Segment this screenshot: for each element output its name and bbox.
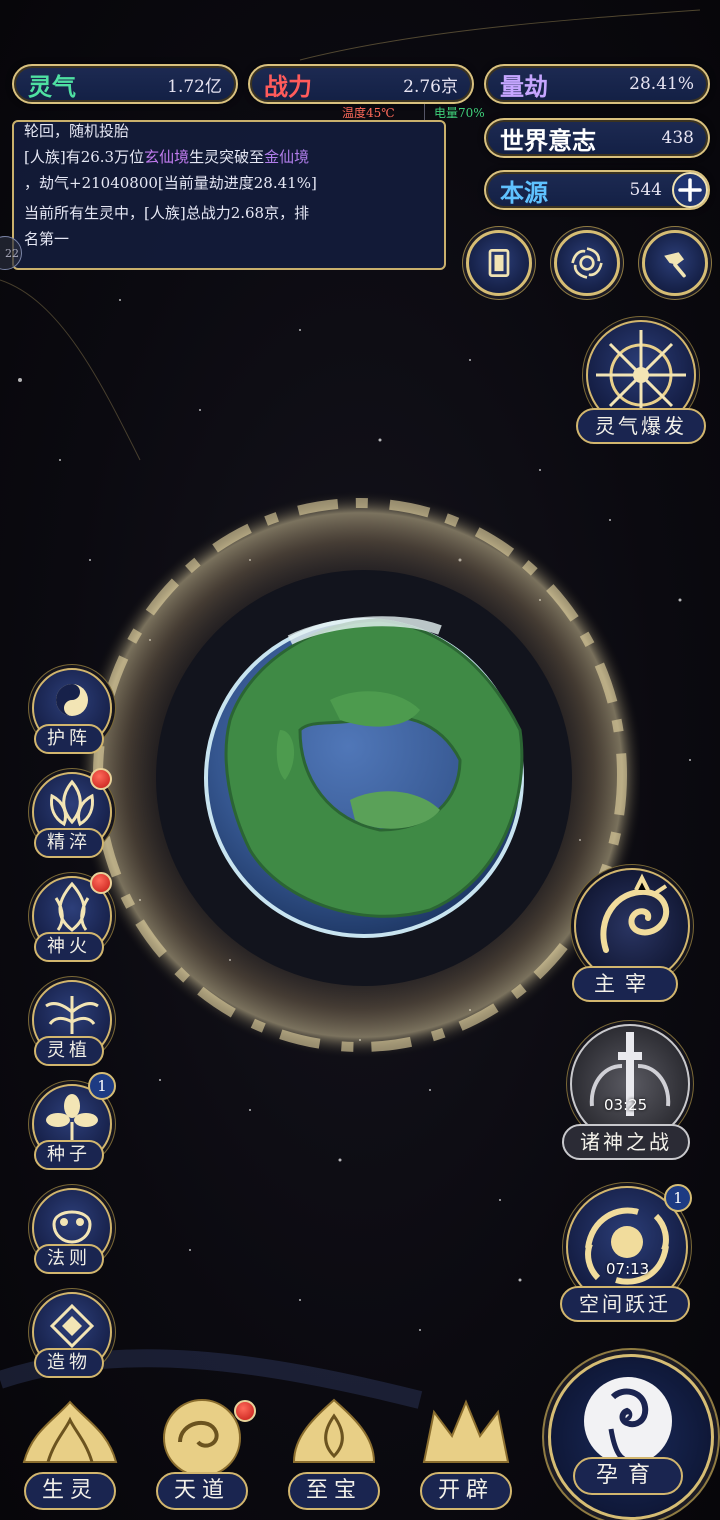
stat-lingqi: 灵气 1.72亿 (12, 64, 238, 104)
card-button[interactable] (466, 230, 532, 296)
event-log-panel[interactable]: 轮回，随机投胎 [人族]有26.3万位玄仙境生灵突破至金仙境 ，劫气+21040… (12, 120, 446, 270)
nav-tiandao[interactable]: 天道 (142, 1392, 262, 1516)
log-text: 生灵突破至 (189, 148, 265, 166)
stat-benyuan-label: 本源 (500, 177, 548, 207)
add-benyuan-button[interactable] (672, 172, 708, 208)
side-menu-faze[interactable]: 法则 (28, 1188, 112, 1280)
gods-war-button[interactable]: 03:25 诸神之战 (562, 1022, 694, 1166)
stat-world-will-label: 世界意志 (500, 125, 596, 155)
side-menu-shenhuo[interactable]: 神火 (28, 872, 112, 968)
side-menu-label: 精淬 (34, 828, 104, 858)
temperature-readout: 温度45℃ (342, 106, 395, 120)
nav-label: 生灵 (24, 1472, 116, 1510)
log-realm-source: 玄仙境 (144, 148, 190, 166)
vortex-icon (571, 247, 603, 279)
stat-lingqi-value: 1.72亿 (167, 76, 222, 97)
side-menu-label: 灵植 (34, 1036, 104, 1066)
plus-icon (678, 178, 702, 202)
lingqi-burst-button[interactable]: 灵气爆发 (576, 318, 708, 448)
count-badge: 1 (664, 1184, 692, 1212)
side-menu-label: 种子 (34, 1140, 104, 1170)
side-menu-zaowu[interactable]: 造物 (28, 1292, 112, 1384)
hammer-button[interactable] (642, 230, 708, 296)
side-menu-label: 造物 (34, 1348, 104, 1378)
card-icon (488, 249, 510, 277)
battery-readout: 电量70% (434, 106, 485, 120)
side-menu-hufang[interactable]: 护阵 (28, 668, 112, 760)
nav-label: 天道 (156, 1472, 248, 1510)
side-menu-label: 神火 (34, 932, 104, 962)
hammer-icon (664, 252, 686, 278)
log-realm-target: 金仙境 (264, 148, 310, 166)
log-text: [人族]有26.3万位 (24, 148, 145, 166)
nav-shengling[interactable]: 生灵 (10, 1392, 130, 1516)
master-label: 主宰 (572, 966, 678, 1002)
notification-dot (90, 768, 112, 790)
stat-zhanli-value: 2.76京 (403, 76, 458, 97)
side-menu-label: 法则 (34, 1244, 104, 1274)
notification-dot (234, 1400, 256, 1422)
log-line: [人族]有26.3万位玄仙境生灵突破至金仙境 (24, 144, 434, 170)
side-menu-jingcui[interactable]: 精淬 (28, 768, 112, 864)
gods-war-timer: 03:25 (604, 1096, 648, 1114)
stat-world-will-value: 438 (661, 128, 694, 148)
count-badge: 1 (88, 1072, 116, 1100)
side-menu-label: 护阵 (34, 724, 104, 754)
stat-liangjie-value: 28.41% (629, 74, 694, 94)
side-menu-lingzhi[interactable]: 灵植 (28, 980, 112, 1072)
world-planet[interactable] (80, 480, 640, 1070)
space-jump-timer: 07:13 (606, 1260, 650, 1278)
log-line: 名第一 (24, 230, 70, 248)
space-jump-label: 空间跃迁 (560, 1286, 690, 1322)
nav-label: 至宝 (288, 1472, 380, 1510)
stat-zhanli-label: 战力 (264, 71, 312, 101)
nav-zhibao[interactable]: 至宝 (274, 1392, 394, 1516)
stat-benyuan-value: 544 (629, 180, 662, 200)
side-menu-zhongzi[interactable]: 种子 1 (28, 1072, 116, 1176)
nav-kaipi[interactable]: 开辟 (406, 1392, 526, 1516)
stat-lingqi-label: 灵气 (28, 71, 76, 101)
log-line: 轮回，随机投胎 (24, 122, 130, 140)
space-jump-button[interactable]: 07:13 空间跃迁 1 (558, 1184, 698, 1328)
log-line: ，劫气+21040800[当前量劫进度28.41%] (24, 174, 317, 192)
stat-world-will[interactable]: 世界意志 438 (484, 118, 710, 158)
sub-divider (424, 104, 425, 120)
gods-war-label: 诸神之战 (562, 1124, 690, 1160)
stat-liangjie-label: 量劫 (500, 71, 548, 101)
notification-dot (90, 872, 112, 894)
burst-label: 灵气爆发 (576, 408, 706, 444)
nurture-button[interactable]: 孕育 (548, 1354, 714, 1520)
nurture-label: 孕育 (573, 1457, 683, 1495)
log-line: 当前所有生灵中，[人族]总战力2.68京，排 (24, 204, 310, 222)
vortex-button[interactable] (554, 230, 620, 296)
nav-label: 开辟 (420, 1472, 512, 1510)
stat-liangjie[interactable]: 量劫 28.41% (484, 64, 710, 104)
master-button[interactable]: 主宰 (566, 868, 694, 1008)
stat-zhanli: 战力 2.76京 (248, 64, 474, 104)
